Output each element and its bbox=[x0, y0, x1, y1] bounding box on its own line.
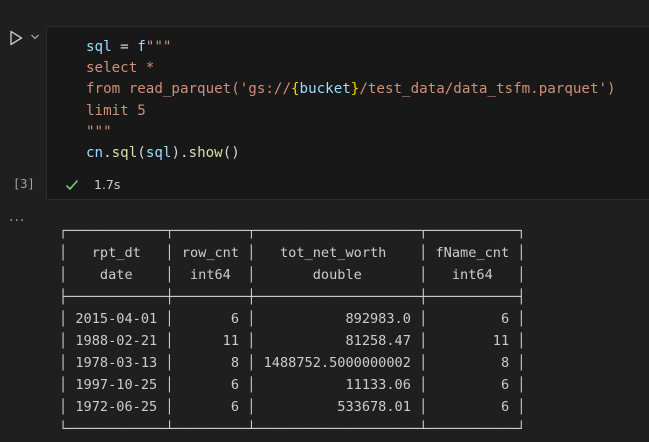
code-line: sql = f""" bbox=[86, 39, 172, 55]
table-header-types: │ date │ int64 │ double │ int64 │ bbox=[59, 267, 526, 283]
code-cell[interactable]: sql = f""" select * from read_parquet('g… bbox=[46, 26, 649, 200]
table-header-names: │ rpt_dt │ row_cnt │ tot_net_worth │ fNa… bbox=[59, 245, 526, 261]
code-editor[interactable]: sql = f""" select * from read_parquet('g… bbox=[86, 37, 616, 164]
table-header-separator: ├────────────┼─────────┼────────────────… bbox=[59, 289, 526, 305]
code-line: cn.sql(sql).show() bbox=[86, 145, 240, 162]
chevron-down-icon[interactable] bbox=[30, 33, 40, 41]
code-line: select * bbox=[86, 60, 155, 77]
code-line: from read_parquet('gs://{bucket}/test_da… bbox=[86, 81, 616, 98]
code-line: """ bbox=[86, 123, 112, 140]
execution-time: 1.7s bbox=[94, 177, 121, 192]
code-line: limit 5 bbox=[86, 102, 146, 119]
table-row: │ 1997-10-25 │ 6 │ 11133.06 │ 6 │ bbox=[59, 377, 526, 393]
result-table: ┌────────────┬─────────┬────────────────… bbox=[59, 220, 526, 440]
table-border-top: ┌────────────┬─────────┬────────────────… bbox=[59, 223, 526, 239]
table-row: │ 1978-03-13 │ 8 │ 1488752.5000000002 │ … bbox=[59, 355, 526, 371]
check-icon bbox=[65, 180, 79, 191]
output-menu-ellipsis[interactable]: ... bbox=[9, 209, 25, 225]
execution-count: [3] bbox=[13, 177, 35, 191]
table-row: │ 1988-02-21 │ 11 │ 81258.47 │ 11 │ bbox=[59, 333, 526, 349]
table-border-bottom: └────────────┴─────────┴────────────────… bbox=[59, 421, 526, 437]
table-row: │ 1972-06-25 │ 6 │ 533678.01 │ 6 │ bbox=[59, 399, 526, 415]
play-icon[interactable] bbox=[9, 30, 23, 46]
table-row: │ 2015-04-01 │ 6 │ 892983.0 │ 6 │ bbox=[59, 311, 526, 327]
